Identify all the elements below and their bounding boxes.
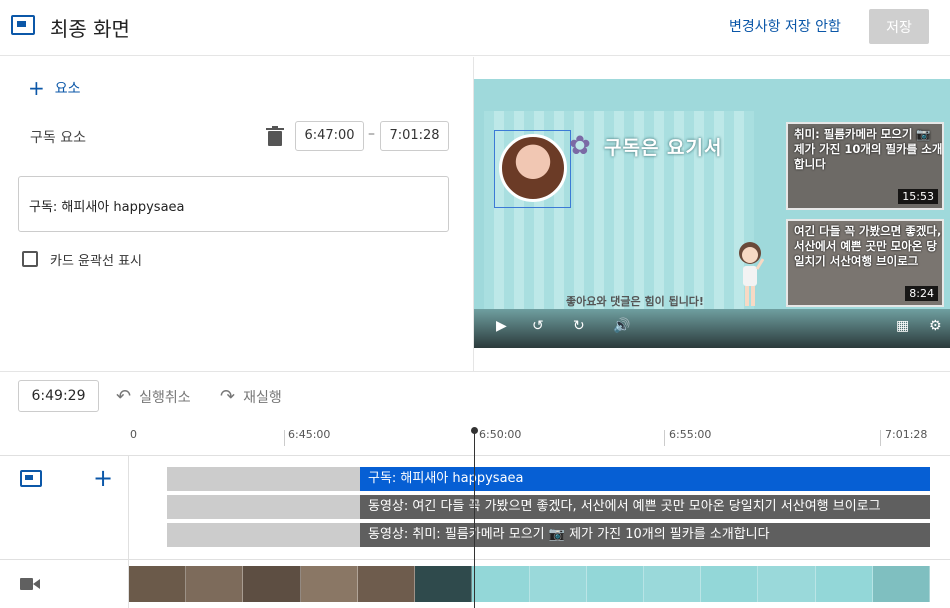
volume-icon[interactable]: 🔊 — [613, 318, 630, 334]
tick-label: 6:50:00 — [479, 428, 522, 441]
redo-icon: ↷ — [220, 386, 236, 407]
add-element-button[interactable]: + 요소 — [28, 76, 81, 100]
film-frame — [186, 566, 244, 602]
jellyfish-icon: ✿ — [569, 131, 591, 161]
undo-label: 실행취소 — [139, 390, 191, 406]
element-name: 구독 요소 — [30, 130, 86, 146]
element-text-field[interactable]: 구독: 해피새아 happysaea — [18, 176, 449, 232]
subscribe-element[interactable] — [494, 130, 571, 208]
add-element-label: 요소 — [54, 81, 81, 97]
trash-icon[interactable] — [266, 126, 284, 146]
forward-icon[interactable]: ↻ — [573, 318, 585, 334]
card-outline-checkbox[interactable] — [22, 251, 38, 267]
add-element-track-button[interactable]: + — [93, 464, 113, 492]
tick — [284, 430, 285, 446]
end-screen-icon — [11, 15, 35, 35]
card-duration: 15:53 — [898, 189, 938, 204]
card-outline-label: 카드 윤곽선 표시 — [50, 254, 142, 269]
card-title: 취미: 필름카메라 모으기 📷 제가 가진 10개의 필카를 소개합니다 — [794, 127, 943, 171]
film-frame — [586, 566, 644, 602]
tick-label: 0 — [130, 428, 137, 441]
gear-icon[interactable]: ⚙ — [929, 318, 942, 334]
film-frame — [529, 566, 587, 602]
subscribe-caption: 구독은 요기서 — [604, 137, 723, 159]
current-time-input[interactable]: 6:49:29 — [18, 380, 99, 412]
playhead[interactable] — [474, 430, 475, 608]
tick — [880, 430, 881, 446]
rewind-icon[interactable]: ↺ — [532, 318, 544, 334]
like-caption: 좋아요와 댓글은 힘이 됩니다! — [566, 295, 704, 308]
film-frame — [300, 566, 358, 602]
video-control-bar — [474, 309, 950, 348]
start-time-input[interactable]: 6:47:00 — [295, 121, 364, 151]
save-button[interactable]: 저장 — [869, 9, 929, 44]
film-frame — [129, 566, 187, 602]
video-card-1[interactable]: 취미: 필름카메라 모으기 📷 제가 가진 10개의 필카를 소개합니다 15:… — [786, 122, 944, 210]
video-filmstrip[interactable] — [129, 566, 931, 602]
time-separator: – — [368, 126, 375, 142]
tick-label: 6:55:00 — [669, 428, 712, 441]
video-element-bar[interactable]: 동영상: 취미: 필름카메라 모으기 📷 제가 가진 10개의 필카를 소개합니… — [360, 523, 930, 547]
playhead-handle[interactable] — [471, 427, 478, 434]
plus-icon: + — [28, 76, 45, 100]
video-card-2[interactable]: 여긴 다들 꼭 가봤으면 좋겠다, 서산에서 예쁜 곳만 모아온 당일치기 서산… — [786, 219, 944, 307]
film-frame — [872, 566, 931, 602]
undo-button[interactable]: ↶ 실행취소 — [116, 386, 191, 407]
film-frame — [815, 566, 873, 602]
tick-label: 7:01:28 — [885, 428, 928, 441]
video-camera-icon — [20, 578, 40, 590]
undo-icon: ↶ — [116, 386, 132, 407]
subscribe-element-bar[interactable]: 구독: 해피새아 happysaea — [360, 467, 930, 491]
redo-label: 재실행 — [243, 390, 282, 406]
tick-label: 6:45:00 — [288, 428, 331, 441]
film-frame — [357, 566, 416, 602]
play-icon[interactable]: ▶ — [496, 318, 507, 334]
bar-inactive[interactable] — [167, 523, 360, 547]
card-title: 여긴 다들 꼭 가봤으면 좋겠다, 서산에서 예쁜 곳만 모아온 당일치기 서산… — [794, 224, 942, 268]
section-divider — [0, 371, 950, 372]
end-screen-track-icon — [20, 470, 42, 487]
redo-button[interactable]: ↷ 재실행 — [220, 386, 282, 407]
ruler-divider — [0, 455, 950, 456]
film-frame — [758, 566, 816, 602]
discard-changes-link[interactable]: 변경사항 저장 안함 — [729, 16, 841, 36]
video-preview[interactable]: ✿ 구독은 요기서 좋아요와 댓글은 힘이 됩니다! 취미: 필름카메라 모으기… — [474, 79, 950, 348]
bar-inactive[interactable] — [167, 495, 360, 519]
card-duration: 8:24 — [905, 286, 938, 301]
avatar — [499, 134, 567, 202]
bar-inactive[interactable] — [167, 467, 360, 491]
end-time-input[interactable]: 7:01:28 — [380, 121, 449, 151]
video-element-bar[interactable]: 동영상: 여긴 다들 꼭 가봤으면 좋겠다, 서산에서 예쁜 곳만 모아온 당일… — [360, 495, 930, 519]
character-illustration — [739, 242, 764, 306]
header: 최종 화면 변경사항 저장 안함 저장 — [0, 0, 950, 56]
grid-icon[interactable]: ▦ — [896, 318, 909, 334]
film-frame — [472, 566, 530, 602]
film-frame — [701, 566, 759, 602]
film-frame — [243, 566, 301, 602]
tick — [664, 430, 665, 446]
track-separator — [0, 559, 950, 560]
film-frame — [415, 566, 473, 602]
film-frame — [643, 566, 702, 602]
page-title: 최종 화면 — [50, 17, 130, 41]
